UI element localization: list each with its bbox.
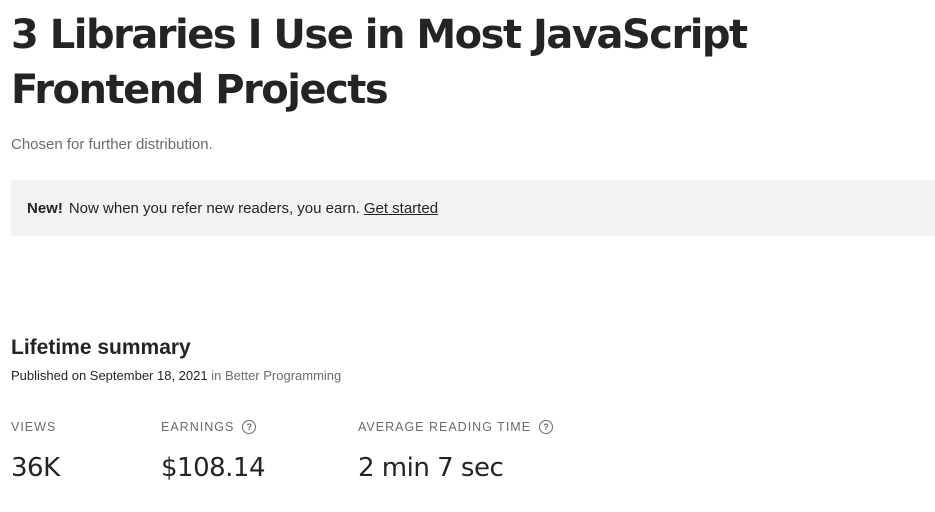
views-label-text: VIEWS [11,420,57,434]
distribution-status: Chosen for further distribution. [11,136,213,153]
earnings-help-icon[interactable]: ? [242,420,257,434]
new-badge: New! [27,199,63,217]
reading-time-stat: AVERAGE READING TIME ? 2 min 7 sec [358,418,554,486]
reading-time-help-icon[interactable]: ? [539,420,554,434]
publication-name: in Better Programming [211,368,342,383]
views-value: 36K [11,453,60,483]
reading-time-value: 2 min 7 sec [358,453,504,483]
reading-time-label: AVERAGE READING TIME ? [358,418,554,436]
earnings-stat: EARNINGS ? $108.14 [161,418,266,486]
views-label: VIEWS [11,418,60,436]
page-title: 3 Libraries I Use in Most JavaScript Fro… [11,12,748,113]
banner-message: Now when you refer new readers, you earn… [68,199,360,217]
earnings-value: $108.14 [161,453,266,483]
get-started-link[interactable]: Get started [364,200,438,217]
lifetime-summary-heading: Lifetime summary [11,336,191,359]
earnings-label-text: EARNINGS [161,420,235,434]
earnings-label: EARNINGS ? [161,418,265,436]
published-date: Published on September 18, 2021 [11,368,208,383]
reading-time-label-text: AVERAGE READING TIME [358,420,532,434]
referral-banner: New! Now when you refer new readers, you… [11,180,935,236]
views-stat: VIEWS 36K [11,418,60,486]
published-info: Published on September 18, 2021 in Bette… [11,367,341,385]
